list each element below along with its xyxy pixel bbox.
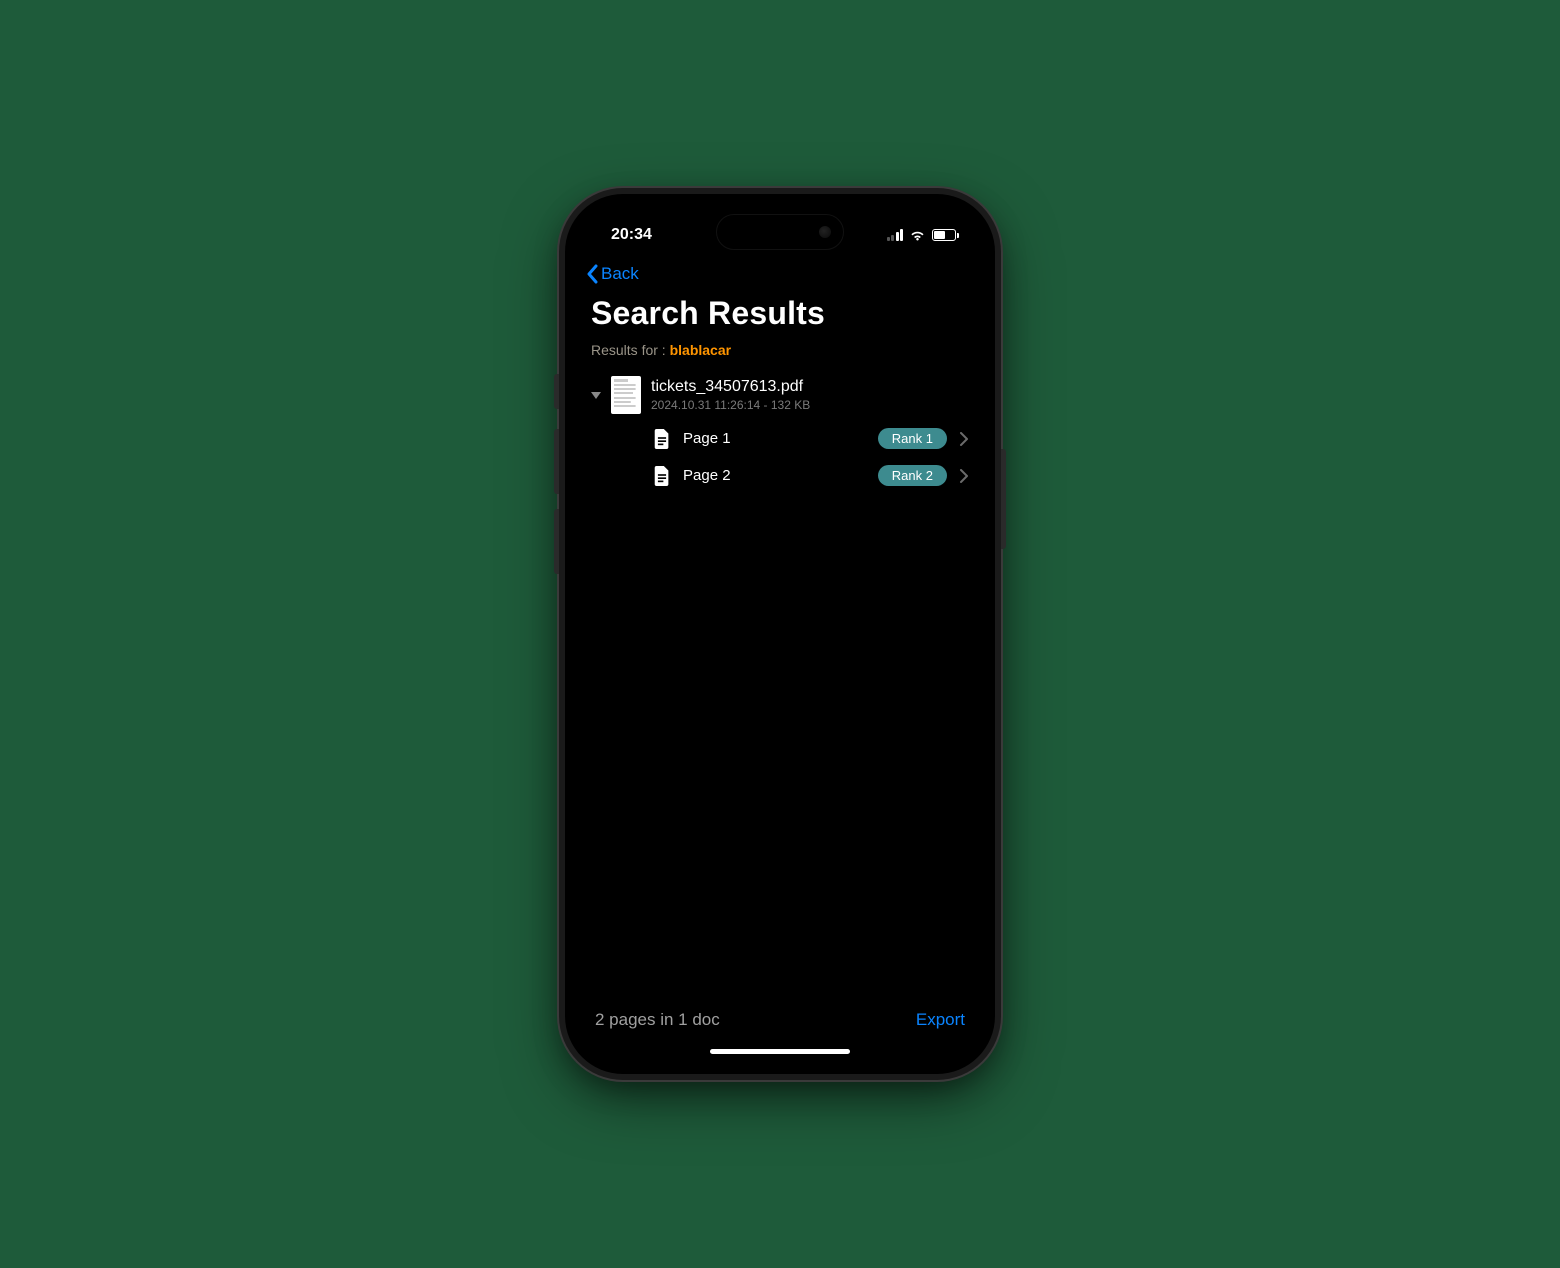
home-indicator-area: [573, 1036, 987, 1066]
document-thumbnail: [611, 376, 641, 414]
bottom-bar: 2 pages in 1 doc Export: [573, 998, 987, 1036]
status-time: 20:34: [611, 226, 652, 244]
results-list: tickets_34507613.pdf 2024.10.31 11:26:14…: [573, 372, 987, 998]
front-camera: [819, 226, 831, 238]
title-area: Search Results: [573, 293, 987, 342]
status-icons: [887, 229, 960, 241]
dynamic-island: [716, 214, 844, 250]
results-for-line: Results for : blablacar: [573, 342, 987, 372]
document-row[interactable]: tickets_34507613.pdf 2024.10.31 11:26:14…: [577, 372, 983, 420]
document-meta: tickets_34507613.pdf 2024.10.31 11:26:14…: [651, 378, 810, 412]
page-label: Page 2: [683, 467, 866, 484]
phone-frame: 20:34 Back: [565, 194, 995, 1074]
nav-bar: Back: [573, 258, 987, 293]
back-label: Back: [601, 264, 639, 284]
page-icon: [653, 429, 671, 449]
results-prefix: Results for :: [591, 342, 670, 358]
home-indicator[interactable]: [710, 1049, 850, 1054]
volume-up-button: [554, 429, 559, 494]
page-result-row[interactable]: Page 2 Rank 2: [577, 457, 983, 494]
mute-switch: [554, 374, 559, 409]
chevron-right-icon: [959, 469, 969, 483]
rank-badge: Rank 1: [878, 428, 947, 449]
chevron-left-icon: [585, 264, 599, 284]
chevron-right-icon: [959, 432, 969, 446]
page-icon: [653, 466, 671, 486]
cellular-signal-icon: [887, 229, 904, 241]
document-subtitle: 2024.10.31 11:26:14 - 132 KB: [651, 398, 810, 412]
page-title: Search Results: [591, 295, 969, 332]
power-button: [1001, 449, 1006, 549]
results-summary: 2 pages in 1 doc: [595, 1010, 720, 1030]
search-query: blablacar: [670, 342, 731, 358]
rank-badge: Rank 2: [878, 465, 947, 486]
screen: 20:34 Back: [573, 202, 987, 1066]
export-button[interactable]: Export: [916, 1010, 965, 1030]
page-label: Page 1: [683, 430, 866, 447]
wifi-icon: [909, 229, 926, 241]
battery-icon: [932, 229, 959, 241]
disclosure-triangle-icon[interactable]: [591, 390, 601, 400]
document-filename: tickets_34507613.pdf: [651, 378, 810, 396]
back-button[interactable]: Back: [585, 264, 639, 284]
volume-down-button: [554, 509, 559, 574]
page-result-row[interactable]: Page 1 Rank 1: [577, 420, 983, 457]
